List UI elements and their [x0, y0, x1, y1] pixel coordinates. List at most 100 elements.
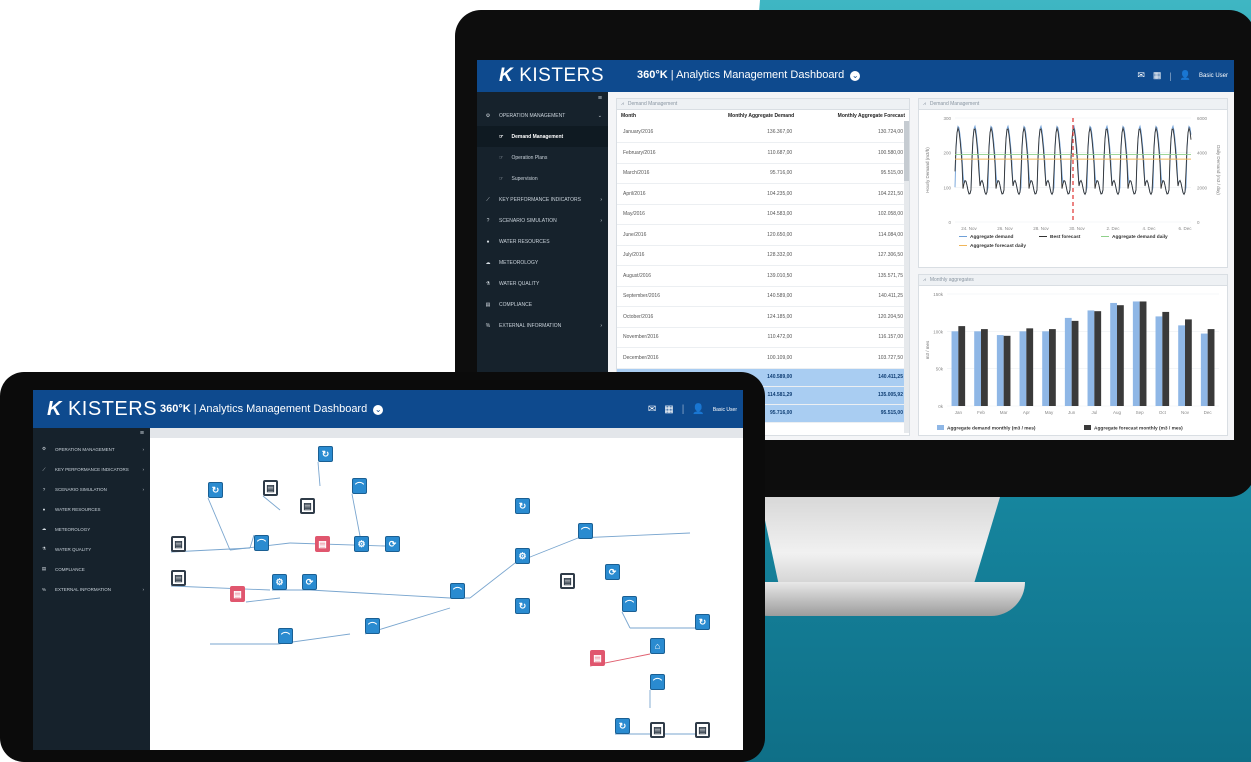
network-node-icon[interactable]: ▤	[650, 722, 665, 738]
network-node-icon[interactable]: ⟳	[605, 564, 620, 580]
table-row[interactable]: September/2016 140.589,00 140.411,25	[617, 286, 909, 307]
network-node-icon[interactable]: ⌒	[622, 596, 637, 612]
network-node-icon[interactable]: ▤	[230, 586, 245, 602]
network-node-icon[interactable]: ▤	[171, 536, 186, 552]
network-node-icon[interactable]: ▤	[695, 722, 710, 738]
bar-forecast-aug	[1117, 305, 1124, 406]
table-row[interactable]: February/2016 110.687,00 100.580,00	[617, 143, 909, 163]
chevron-down-icon[interactable]: ⌄	[850, 71, 861, 81]
kisters-logo[interactable]: K KISTERS	[47, 398, 157, 421]
sidebar-item-scenario-simulation[interactable]: ? SCENARIO SIMULATION ›	[33, 479, 150, 499]
table-row[interactable]: December/2016 100.109,00 103.727,50	[617, 348, 909, 368]
table-cell: 100.580,00	[877, 149, 903, 156]
sidebar-subitem-operation-plans[interactable]: ☞ Operation Plans	[477, 147, 608, 168]
network-node-icon[interactable]: ▤	[171, 570, 186, 586]
table-row[interactable]: November/2016 110.472,00 116.157,00	[617, 327, 909, 348]
column-header[interactable]: Month	[617, 110, 689, 122]
network-node-icon[interactable]: ⌒	[254, 535, 269, 551]
chevron-down-icon[interactable]: ⌄	[373, 405, 384, 415]
sidebar-item-external-information[interactable]: % EXTERNAL INFORMATION ›	[477, 315, 608, 336]
legend-item: Aggregate demand daily	[1112, 234, 1168, 240]
sidebar-item-water-quality[interactable]: ⚗ WATER QUALITY	[477, 273, 608, 294]
sidebar-item-meteorology[interactable]: ☁ METEOROLOGY	[477, 252, 608, 273]
sidebar-subitem-supervision[interactable]: ☞ Supervision	[477, 168, 608, 189]
network-node-icon[interactable]: ⟳	[302, 574, 317, 590]
y-tick-label: 300	[943, 116, 951, 121]
network-node-icon[interactable]: ⌒	[278, 628, 293, 644]
table-row[interactable]: June/2016 120.650,00 114.084,00	[617, 225, 909, 245]
sidebar-item-compliance[interactable]: ▤ COMPLIANCE	[477, 294, 608, 315]
mail-icon[interactable]: ✉	[648, 404, 656, 415]
kisters-logo[interactable]: K KISTERS	[499, 65, 604, 87]
hamburger-icon[interactable]: ≡	[33, 428, 150, 439]
table-cell: 130.724,00	[877, 129, 903, 135]
link-icon: %	[41, 586, 46, 592]
network-node-icon[interactable]: ⚙	[272, 574, 287, 590]
table-cell: 136.367,00	[767, 129, 793, 135]
network-node-icon[interactable]: ▤	[263, 480, 278, 496]
network-node-icon[interactable]: ⟳	[385, 536, 400, 552]
sidebar-item-compliance[interactable]: ▤ COMPLIANCE	[33, 559, 150, 579]
network-node-icon[interactable]: ↻	[695, 614, 710, 630]
network-node-icon[interactable]: ↻	[515, 498, 530, 514]
sidebar-item-meteorology[interactable]: ☁ METEOROLOGY	[33, 519, 150, 539]
network-node-icon[interactable]: ↻	[318, 446, 333, 462]
table-row[interactable]: July/2016 128.332,00 127.306,50	[617, 245, 909, 266]
user-menu[interactable]: Basic User	[1199, 73, 1228, 79]
network-node-icon[interactable]: ▤	[590, 650, 605, 666]
grid-icon[interactable]: ▦	[1153, 70, 1162, 81]
drop-icon: ●	[42, 506, 46, 512]
sidebar-item-water-quality[interactable]: ⚗ WATER QUALITY	[33, 539, 150, 559]
network-node-icon[interactable]: ⌂	[650, 638, 665, 654]
sidebar-item-operation-management[interactable]: ⚙ OPERATION MANAGEMENT ⌄	[477, 105, 608, 126]
mail-icon[interactable]: ✉	[1137, 70, 1145, 81]
bar-demand-jan	[951, 331, 959, 406]
hamburger-icon[interactable]: ≡	[477, 92, 608, 105]
table-row[interactable]: April/2016 104.235,00 104.221,50	[617, 184, 909, 204]
sidebar-item-water-resources[interactable]: ● WATER RESOURCES	[33, 499, 150, 519]
demand-line-chart: 300 6000 200 4000 100 2000 0 0 Hourly Demand (m3…	[925, 116, 1221, 249]
legend-item: Aggregate forecast monthly (m3 / mes)	[1094, 426, 1183, 432]
table-row[interactable]: May/2016 104.583,00 102.058,00	[617, 204, 909, 225]
panel-title: Demand Management	[627, 101, 678, 107]
network-node-icon[interactable]: ↻	[615, 718, 630, 734]
table-cell: 140.411,25	[878, 293, 903, 300]
network-node-icon[interactable]: ⚙	[354, 536, 369, 552]
network-node-icon[interactable]: ⌒	[578, 523, 593, 539]
table-row[interactable]: October/2016 124.185,00 120.204,50	[617, 307, 909, 327]
sidebar-item-scenario-simulation[interactable]: ? SCENARIO SIMULATION ›	[477, 210, 608, 231]
sidebar-item-external-information[interactable]: % EXTERNAL INFORMATION ›	[33, 579, 150, 599]
sidebar-item-water-resources[interactable]: ● WATER RESOURCES	[477, 231, 608, 252]
scrollbar[interactable]	[904, 121, 909, 433]
hand-pointer-icon: ☞	[499, 154, 504, 161]
network-node-icon[interactable]: ⌒	[650, 674, 665, 690]
network-node-icon[interactable]: ▤	[315, 536, 330, 552]
network-node-icon[interactable]: ⌒	[352, 478, 367, 494]
network-node-icon[interactable]: ⌒	[365, 618, 380, 634]
sidebar-item-operation-management[interactable]: ⚙ OPERATION MANAGEMENT ›	[33, 439, 150, 459]
chart-icon: ⩘	[923, 101, 926, 107]
table-cell: 114.084,00	[878, 231, 903, 238]
network-node-icon[interactable]: ↻	[208, 482, 223, 498]
network-node-icon[interactable]: ▤	[300, 498, 315, 514]
x-tick-label: Dec	[1204, 410, 1213, 415]
table-row[interactable]: March/2016 95.716,00 95.515,00	[617, 163, 909, 184]
table-cell: 110.472,00	[767, 334, 793, 341]
sidebar-item-key-performance-indicators[interactable]: ⟋ KEY PERFORMANCE INDICATORS ›	[33, 459, 150, 479]
table-row[interactable]: January/2016 136.367,00 130.724,00	[617, 122, 909, 143]
column-header[interactable]: Monthly Aggregate Forecast	[798, 110, 909, 122]
network-pipe	[351, 493, 361, 537]
column-header[interactable]: Monthly Aggregate Demand	[689, 110, 798, 122]
network-node-icon[interactable]: ⌒	[450, 583, 465, 599]
grid-icon[interactable]: ▦	[664, 404, 673, 415]
user-icon[interactable]: 👤	[692, 404, 704, 415]
sidebar-item-key-performance-indicators[interactable]: ⟋ KEY PERFORMANCE INDICATORS ›	[477, 189, 608, 210]
table-row[interactable]: August/2016 139.010,50 135.571,75	[617, 266, 909, 286]
network-node-icon[interactable]: ⚙	[515, 548, 530, 564]
sidebar-subitem-demand-management[interactable]: ☞ Demand Management	[477, 126, 608, 147]
user-icon[interactable]: 👤	[1180, 70, 1191, 81]
user-menu[interactable]: Basic User	[713, 407, 737, 413]
network-node-icon[interactable]: ▤	[560, 573, 575, 589]
network-node-icon[interactable]: ↻	[515, 598, 530, 614]
network-pipe	[207, 497, 231, 551]
